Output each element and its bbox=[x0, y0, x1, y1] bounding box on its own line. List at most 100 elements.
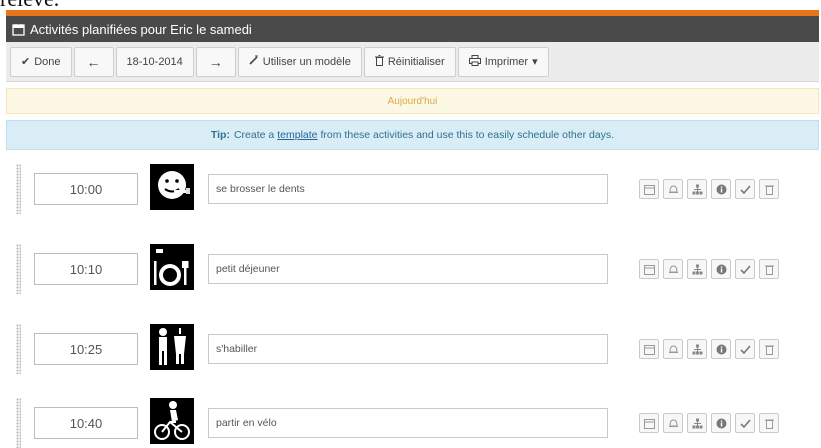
activity-description: se brosser le dents bbox=[216, 183, 305, 195]
check-icon: ✔ bbox=[21, 56, 31, 68]
trash-icon bbox=[764, 264, 774, 275]
check-icon bbox=[739, 264, 751, 275]
window-title-bar: Activités planifiées pour Eric le samedi bbox=[6, 16, 819, 42]
complete-button[interactable] bbox=[735, 179, 755, 199]
activity-description: petit déjeuner bbox=[216, 263, 280, 275]
activity-row: 10:10 petit déjeuner bbox=[16, 244, 816, 294]
tip-prefix: Tip: bbox=[210, 129, 230, 141]
info-button[interactable] bbox=[711, 413, 731, 433]
calendar-button[interactable] bbox=[639, 413, 659, 433]
use-template-label: Utiliser un modèle bbox=[262, 55, 351, 68]
trash-icon bbox=[764, 344, 774, 355]
alarm-button[interactable] bbox=[663, 413, 683, 433]
activity-row: 10:40 partir en vélo bbox=[16, 398, 816, 448]
print-label: Imprimer bbox=[484, 55, 529, 68]
activity-description: partir en vélo bbox=[216, 417, 277, 429]
tip-text-after: from these activities and use this to ea… bbox=[320, 129, 615, 141]
next-day-button[interactable]: → bbox=[195, 46, 236, 77]
time-value: 10:25 bbox=[69, 341, 103, 357]
today-banner: Aujourd'hui bbox=[6, 88, 819, 114]
activity-description-input[interactable]: se brosser le dents bbox=[208, 174, 608, 204]
info-icon bbox=[716, 264, 727, 275]
hierarchy-button[interactable] bbox=[687, 179, 707, 199]
activity-actions bbox=[639, 259, 779, 279]
complete-button[interactable] bbox=[735, 339, 755, 359]
sitemap-icon bbox=[692, 264, 703, 275]
info-icon bbox=[716, 418, 727, 429]
hierarchy-button[interactable] bbox=[687, 413, 707, 433]
hierarchy-button[interactable] bbox=[687, 259, 707, 279]
window-title: Activités planifiées pour Eric le samedi bbox=[30, 21, 252, 37]
time-value: 10:10 bbox=[69, 261, 103, 277]
activity-actions bbox=[639, 339, 779, 359]
today-label: Aujourd'hui bbox=[387, 95, 438, 107]
done-button[interactable]: ✔ Done bbox=[10, 46, 72, 77]
complete-button[interactable] bbox=[735, 259, 755, 279]
use-template-button[interactable]: Utiliser un modèle bbox=[237, 46, 362, 77]
calendar-icon bbox=[12, 23, 25, 36]
delete-button[interactable] bbox=[759, 339, 779, 359]
activity-description-input[interactable]: petit déjeuner bbox=[208, 254, 608, 284]
sitemap-icon bbox=[692, 184, 703, 195]
trash-icon bbox=[374, 54, 384, 69]
drag-handle[interactable] bbox=[16, 244, 21, 294]
calendar-button[interactable] bbox=[639, 339, 659, 359]
delete-button[interactable] bbox=[759, 259, 779, 279]
delete-button[interactable] bbox=[759, 413, 779, 433]
complete-button[interactable] bbox=[735, 413, 755, 433]
activity-description-input[interactable]: s'habiller bbox=[208, 334, 608, 364]
alarm-button[interactable] bbox=[663, 179, 683, 199]
reset-label: Réinitialiser bbox=[387, 55, 445, 68]
date-display[interactable]: 18-10-2014 bbox=[115, 46, 194, 77]
bell-icon bbox=[668, 184, 679, 195]
drag-handle[interactable] bbox=[16, 164, 21, 214]
template-link[interactable]: template bbox=[277, 129, 317, 141]
trash-icon bbox=[764, 418, 774, 429]
arrow-left-icon: ← bbox=[86, 53, 101, 70]
time-value: 10:40 bbox=[69, 415, 103, 431]
hierarchy-button[interactable] bbox=[687, 339, 707, 359]
magic-wand-icon bbox=[249, 55, 259, 68]
activity-description: s'habiller bbox=[216, 343, 258, 355]
calendar-button[interactable] bbox=[639, 259, 659, 279]
toothbrush-face-icon bbox=[150, 164, 194, 210]
activity-description-input[interactable]: partir en vélo bbox=[208, 408, 608, 438]
activity-actions bbox=[639, 413, 779, 433]
info-button[interactable] bbox=[711, 259, 731, 279]
bell-icon bbox=[668, 344, 679, 355]
check-icon bbox=[739, 418, 751, 429]
calendar-button[interactable] bbox=[639, 179, 659, 199]
time-field[interactable]: 10:40 bbox=[34, 407, 138, 439]
printer-icon bbox=[468, 54, 481, 69]
previous-day-button[interactable]: ← bbox=[73, 46, 114, 77]
bicycle-icon bbox=[150, 398, 194, 444]
calendar-icon bbox=[643, 264, 655, 275]
sitemap-icon bbox=[692, 344, 703, 355]
reset-button[interactable]: Réinitialiser bbox=[363, 46, 456, 77]
drag-handle[interactable] bbox=[16, 324, 21, 374]
calendar-icon bbox=[643, 418, 655, 429]
info-icon bbox=[716, 344, 727, 355]
info-button[interactable] bbox=[711, 339, 731, 359]
date-value: 18-10-2014 bbox=[126, 55, 183, 68]
tip-text-before: Create a bbox=[233, 129, 275, 141]
time-value: 10:00 bbox=[69, 181, 103, 197]
delete-button[interactable] bbox=[759, 179, 779, 199]
drag-handle[interactable] bbox=[16, 398, 21, 448]
sitemap-icon bbox=[692, 418, 703, 429]
check-icon bbox=[739, 184, 751, 195]
bell-icon bbox=[668, 418, 679, 429]
print-dropdown-button[interactable]: Imprimer ▾ bbox=[457, 46, 549, 77]
time-field[interactable]: 10:25 bbox=[34, 333, 138, 365]
info-icon bbox=[716, 184, 727, 195]
time-field[interactable]: 10:10 bbox=[34, 253, 138, 285]
caret-down-icon: ▾ bbox=[532, 56, 538, 68]
alarm-button[interactable] bbox=[663, 339, 683, 359]
info-button[interactable] bbox=[711, 179, 731, 199]
activity-actions bbox=[639, 179, 779, 199]
alarm-button[interactable] bbox=[663, 259, 683, 279]
time-field[interactable]: 10:00 bbox=[34, 173, 138, 205]
toolbar: ✔ Done ← 18-10-2014 → Utiliser un modèle… bbox=[6, 42, 819, 82]
tip-banner: Tip: Create a template from these activi… bbox=[6, 120, 819, 150]
activity-row: 10:25 s'habiller bbox=[16, 324, 816, 374]
